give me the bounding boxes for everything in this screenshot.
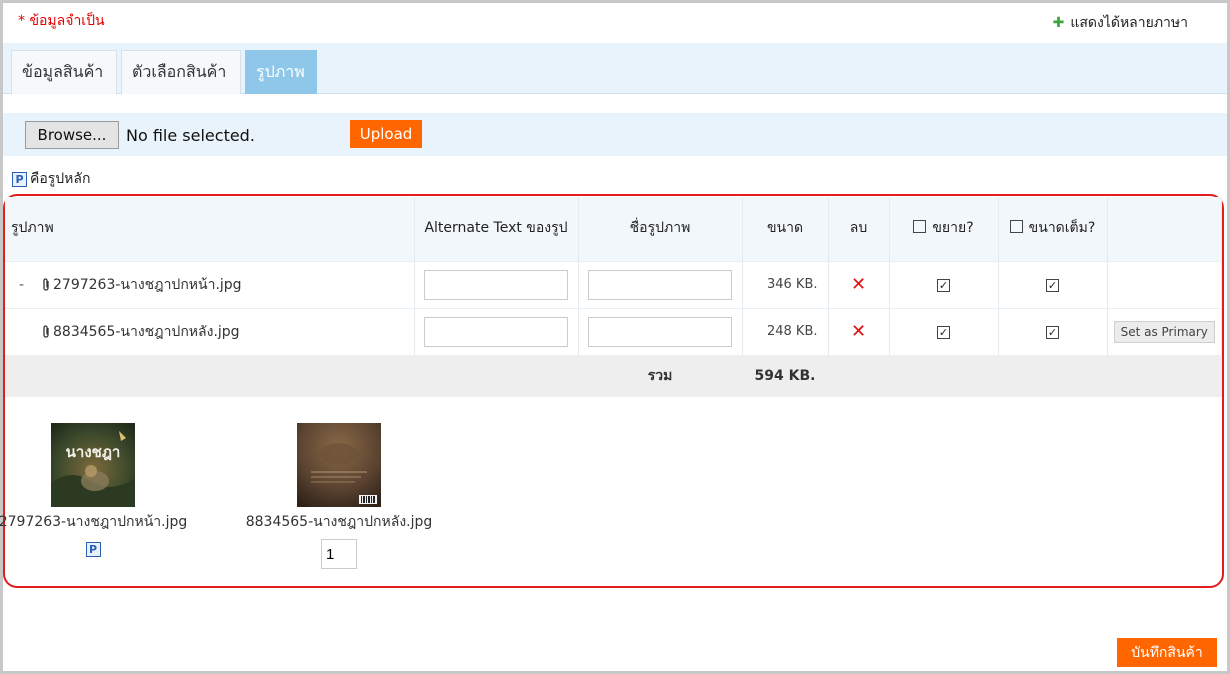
header-full-size-label: ขนาดเต็ม? — [1028, 219, 1096, 236]
file-name[interactable]: 2797263-นางชฎาปกหน้า.jpg — [53, 274, 242, 296]
upload-bar: Browse... No file selected. Upload — [3, 113, 1227, 156]
multilang-link[interactable]: ✚ แสดงได้หลายภาษา — [1053, 12, 1188, 34]
primary-icon: P — [12, 171, 27, 187]
enlarge-all-checkbox[interactable] — [913, 219, 927, 233]
delete-icon[interactable]: ✕ — [851, 321, 866, 342]
total-size: 594 KB. — [742, 355, 828, 397]
thumbnail-caption: 8834565-นางชฎาปกหลัง.jpg — [245, 514, 433, 530]
paperclip-icon — [43, 277, 49, 291]
file-cell: - 2797263-นางชฎาปกหน้า.jpg — [5, 260, 415, 308]
sort-order-input[interactable] — [321, 539, 357, 569]
delete-icon[interactable]: ✕ — [851, 274, 866, 295]
header-image: รูปภาพ — [5, 197, 415, 261]
table-row: - 2797263-นางชฎาปกหน้า.jpg 346 KB. ✕ ✓ ✓ — [5, 260, 1222, 308]
primary-legend: P คือรูปหลัก — [12, 168, 90, 190]
primary-icon: P — [85, 542, 101, 557]
total-row: รวม 594 KB. — [5, 355, 1222, 397]
alt-text-input[interactable] — [424, 316, 568, 347]
file-size: 248 KB. — [742, 307, 829, 355]
file-size: 346 KB. — [742, 260, 829, 308]
paperclip-icon — [43, 325, 49, 338]
file-cell: 8834565-นางชฎาปกหลัง.jpg — [5, 307, 415, 355]
tab-bar: ข้อมูลสินค้า ตัวเลือกสินค้า รูปภาพ — [3, 43, 1227, 94]
save-product-button[interactable]: บันทึกสินค้า — [1117, 638, 1217, 667]
tab-product-options[interactable]: ตัวเลือกสินค้า — [121, 50, 241, 94]
header-alt-text: Alternate Text ของรูป — [414, 197, 579, 261]
plus-icon: ✚ — [1052, 15, 1065, 31]
cover-front-thumbnail[interactable]: นางชฎา — [51, 423, 135, 507]
header-image-name: ชื่อรูปภาพ — [578, 197, 743, 261]
multilang-label: แสดงได้หลายภาษา — [1070, 15, 1188, 31]
tab-product-info[interactable]: ข้อมูลสินค้า — [11, 50, 117, 94]
header-enlarge: ขยาย? — [889, 197, 999, 261]
upload-button[interactable]: Upload — [350, 120, 422, 148]
header-enlarge-label: ขยาย? — [932, 219, 974, 236]
image-name-input[interactable] — [588, 316, 732, 347]
enlarge-checkbox[interactable]: ✓ — [937, 278, 950, 292]
file-status: No file selected. — [126, 126, 255, 145]
full-size-checkbox[interactable]: ✓ — [1046, 325, 1059, 339]
thumbnail-caption: 2797263-นางชฎาปกหน้า.jpg — [0, 514, 188, 530]
table-header: รูปภาพ Alternate Text ของรูป ชื่อรูปภาพ … — [5, 197, 1222, 261]
thumbnail-item: นางชฎา 2797263-นางชฎาปกหน้า.jpg P — [0, 423, 193, 557]
full-size-all-checkbox[interactable] — [1009, 219, 1023, 233]
thumbnail-item: 8834565-นางชฎาปกหลัง.jpg — [239, 423, 439, 569]
header-full-size: ขนาดเต็ม? — [998, 197, 1108, 261]
cover-title-text: นางชฎา — [66, 443, 121, 461]
enlarge-checkbox[interactable]: ✓ — [937, 325, 950, 339]
alt-text-input[interactable] — [424, 269, 568, 300]
header-action — [1107, 197, 1222, 261]
set-primary-button[interactable]: Set as Primary — [1113, 320, 1215, 343]
header-delete: ลบ — [828, 197, 890, 261]
table-row: 8834565-นางชฎาปกหลัง.jpg 248 KB. ✕ ✓ ✓ S… — [5, 307, 1222, 355]
file-name[interactable]: 8834565-นางชฎาปกหลัง.jpg — [53, 321, 240, 343]
image-table: รูปภาพ Alternate Text ของรูป ชื่อรูปภาพ … — [5, 197, 1222, 397]
tab-images[interactable]: รูปภาพ — [245, 50, 317, 94]
cover-back-thumbnail[interactable] — [297, 423, 381, 507]
required-note: * ข้อมูลจำเป็น — [18, 13, 105, 29]
action-cell — [1107, 260, 1222, 308]
row-prefix: - — [19, 276, 25, 293]
full-size-checkbox[interactable]: ✓ — [1046, 278, 1059, 292]
primary-legend-text: คือรูปหลัก — [30, 171, 91, 187]
header-size: ขนาด — [742, 197, 829, 261]
browse-button[interactable]: Browse... — [25, 121, 119, 149]
image-name-input[interactable] — [588, 269, 732, 300]
total-label: รวม — [578, 355, 742, 397]
